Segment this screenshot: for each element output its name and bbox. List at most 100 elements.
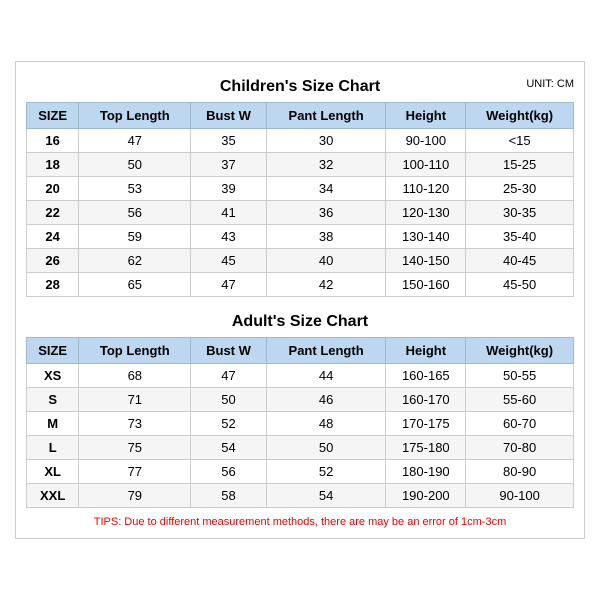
table-cell: 41 [191, 201, 266, 225]
table-row: 18503732100-11015-25 [27, 153, 574, 177]
table-cell: 38 [266, 225, 386, 249]
table-cell: 180-190 [386, 460, 466, 484]
table-cell: 70-80 [466, 436, 574, 460]
table-cell: 30-35 [466, 201, 574, 225]
adult-title-text: Adult's Size Chart [232, 313, 368, 330]
table-cell: 58 [191, 484, 266, 508]
table-cell: 190-200 [386, 484, 466, 508]
table-cell: 68 [79, 364, 191, 388]
table-cell: 25-30 [466, 177, 574, 201]
table-cell: 55-60 [466, 388, 574, 412]
table-cell: 47 [191, 273, 266, 297]
adult-header-row: SIZETop LengthBust WPant LengthHeightWei… [27, 338, 574, 364]
table-cell: 28 [27, 273, 79, 297]
table-cell: 160-170 [386, 388, 466, 412]
table-cell: 52 [266, 460, 386, 484]
table-cell: 18 [27, 153, 79, 177]
table-cell: M [27, 412, 79, 436]
table-cell: 175-180 [386, 436, 466, 460]
column-header: Weight(kg) [466, 103, 574, 129]
table-cell: 16 [27, 129, 79, 153]
column-header: Bust W [191, 103, 266, 129]
column-header: SIZE [27, 103, 79, 129]
table-cell: 46 [266, 388, 386, 412]
table-row: 24594338130-14035-40 [27, 225, 574, 249]
table-cell: 100-110 [386, 153, 466, 177]
table-cell: XXL [27, 484, 79, 508]
children-section-title: Children's Size Chart UNIT: CM [26, 72, 574, 98]
table-cell: 35 [191, 129, 266, 153]
table-cell: 50 [266, 436, 386, 460]
table-cell: 110-120 [386, 177, 466, 201]
table-cell: XS [27, 364, 79, 388]
table-row: 1647353090-100<15 [27, 129, 574, 153]
table-cell: 35-40 [466, 225, 574, 249]
table-cell: 130-140 [386, 225, 466, 249]
table-cell: 52 [191, 412, 266, 436]
table-cell: 20 [27, 177, 79, 201]
table-row: L755450175-18070-80 [27, 436, 574, 460]
table-cell: 44 [266, 364, 386, 388]
adult-size-table: SIZETop LengthBust WPant LengthHeightWei… [26, 337, 574, 508]
table-row: 28654742150-16045-50 [27, 273, 574, 297]
table-cell: 150-160 [386, 273, 466, 297]
column-header: Top Length [79, 338, 191, 364]
table-cell: 45-50 [466, 273, 574, 297]
table-cell: 47 [191, 364, 266, 388]
table-cell: 120-130 [386, 201, 466, 225]
table-cell: 140-150 [386, 249, 466, 273]
table-row: XS684744160-16550-55 [27, 364, 574, 388]
table-cell: 40-45 [466, 249, 574, 273]
table-cell: 79 [79, 484, 191, 508]
table-cell: 90-100 [386, 129, 466, 153]
table-cell: 80-90 [466, 460, 574, 484]
table-cell: 71 [79, 388, 191, 412]
table-cell: 50-55 [466, 364, 574, 388]
column-header: Weight(kg) [466, 338, 574, 364]
table-cell: 30 [266, 129, 386, 153]
table-cell: 54 [266, 484, 386, 508]
table-cell: 47 [79, 129, 191, 153]
table-row: 26624540140-15040-45 [27, 249, 574, 273]
table-row: S715046160-17055-60 [27, 388, 574, 412]
column-header: Pant Length [266, 338, 386, 364]
table-cell: 36 [266, 201, 386, 225]
table-cell: 42 [266, 273, 386, 297]
table-cell: 39 [191, 177, 266, 201]
children-header-row: SIZETop LengthBust WPant LengthHeightWei… [27, 103, 574, 129]
table-row: XL775652180-19080-90 [27, 460, 574, 484]
table-cell: 65 [79, 273, 191, 297]
table-cell: 62 [79, 249, 191, 273]
table-cell: 45 [191, 249, 266, 273]
table-cell: L [27, 436, 79, 460]
adult-section-title: Adult's Size Chart [26, 307, 574, 333]
table-cell: 160-165 [386, 364, 466, 388]
table-cell: 50 [191, 388, 266, 412]
table-cell: 54 [191, 436, 266, 460]
column-header: Height [386, 338, 466, 364]
table-cell: 48 [266, 412, 386, 436]
table-cell: 170-175 [386, 412, 466, 436]
column-header: Top Length [79, 103, 191, 129]
children-title-text: Children's Size Chart [220, 78, 380, 95]
table-cell: 26 [27, 249, 79, 273]
table-cell: 90-100 [466, 484, 574, 508]
table-cell: S [27, 388, 79, 412]
children-size-table: SIZETop LengthBust WPant LengthHeightWei… [26, 102, 574, 297]
column-header: Bust W [191, 338, 266, 364]
size-chart-container: Children's Size Chart UNIT: CM SIZETop L… [15, 61, 585, 539]
column-header: Height [386, 103, 466, 129]
table-cell: 75 [79, 436, 191, 460]
table-cell: 73 [79, 412, 191, 436]
table-row: M735248170-17560-70 [27, 412, 574, 436]
table-row: 20533934110-12025-30 [27, 177, 574, 201]
table-cell: 50 [79, 153, 191, 177]
table-cell: 56 [191, 460, 266, 484]
table-row: 22564136120-13030-35 [27, 201, 574, 225]
table-cell: 15-25 [466, 153, 574, 177]
table-cell: 37 [191, 153, 266, 177]
table-cell: 40 [266, 249, 386, 273]
table-cell: <15 [466, 129, 574, 153]
table-cell: 56 [79, 201, 191, 225]
tips-text: TIPS: Due to different measurement metho… [26, 516, 574, 528]
